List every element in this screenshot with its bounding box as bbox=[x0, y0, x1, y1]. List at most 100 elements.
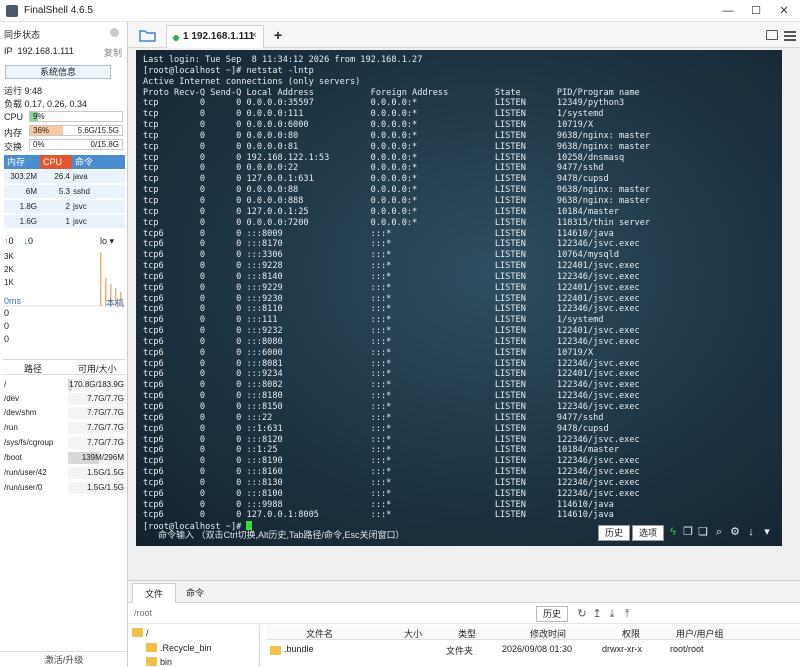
close-button[interactable]: ✕ bbox=[774, 3, 794, 19]
ping-latency-value: 0ms bbox=[4, 296, 22, 306]
cpu-meter: 9% bbox=[29, 111, 123, 122]
file-list: 文件名 大小 类型 修改时间 权限 用户/用户组 .bundle 文件夹 202… bbox=[266, 625, 800, 667]
ping-tick: 0 bbox=[4, 334, 10, 344]
col-size[interactable]: 大小 bbox=[404, 627, 422, 640]
window-title: FinalShell 4.6.5 bbox=[24, 5, 93, 16]
folder-open-icon[interactable] bbox=[139, 28, 157, 42]
gear-icon[interactable]: ⚙ bbox=[728, 525, 742, 540]
chevron-down-icon: ▾ bbox=[109, 236, 115, 246]
app-logo-icon bbox=[6, 5, 18, 17]
process-row[interactable]: 1.6G 1 jsvc bbox=[4, 215, 125, 229]
options-button[interactable]: 选项 bbox=[632, 525, 665, 541]
system-sidebar: 同步状态 IP 192.168.1.111 复制 系统信息 运行 9:48 负载… bbox=[0, 22, 128, 667]
cpu-percent: 9% bbox=[33, 112, 45, 121]
up-directory-icon[interactable]: ↥ bbox=[590, 606, 604, 622]
tab-session[interactable]: 1 192.168.1.111 × bbox=[166, 25, 264, 48]
command-input-hint[interactable]: 命令输入 （双击Ctrl切换,Alt历史,Tab路径/命令,Esc关闭窗口） bbox=[158, 528, 405, 541]
memory-percent: 36% bbox=[33, 126, 50, 135]
col-modified[interactable]: 修改时间 bbox=[530, 627, 566, 640]
net-download-value: 0 bbox=[28, 236, 34, 246]
swap-value: 0/15.8G bbox=[90, 140, 119, 149]
search-icon[interactable]: ⌕ bbox=[712, 525, 726, 540]
col-name[interactable]: 文件名 bbox=[306, 627, 333, 640]
minimize-button[interactable]: — bbox=[718, 3, 738, 19]
terminal-output[interactable]: Last login: Tue Sep 8 11:34:12 2026 from… bbox=[143, 55, 650, 533]
refresh-icon[interactable]: ↻ bbox=[575, 606, 589, 622]
ping-tick: 0 bbox=[4, 321, 10, 331]
menu-icon[interactable] bbox=[784, 31, 796, 33]
proc-header-memory[interactable]: 内存 bbox=[4, 155, 40, 169]
path-input[interactable]: /root bbox=[134, 608, 152, 618]
col-type[interactable]: 类型 bbox=[458, 627, 476, 640]
disk-row: /dev 7.7G/7.7G bbox=[4, 393, 126, 405]
col-owner[interactable]: 用户/用户组 bbox=[676, 627, 724, 640]
disk-header-path: 路径 bbox=[24, 364, 43, 374]
download-icon[interactable]: ⤓ bbox=[605, 606, 619, 622]
sync-status-label: 同步状态 bbox=[4, 30, 41, 40]
file-path-bar: /root 历史 ↻ ↥ ⤓ ⤒ bbox=[128, 604, 800, 624]
proc-header-command[interactable]: 命令 bbox=[72, 155, 125, 169]
folder-icon bbox=[146, 657, 157, 666]
process-row[interactable]: 303.2M 26.4 java bbox=[4, 170, 125, 184]
file-list-header: 文件名 大小 类型 修改时间 权限 用户/用户组 bbox=[266, 625, 800, 640]
ip-value: 192.168.1.111 bbox=[17, 46, 74, 56]
net-upload-value: 0 bbox=[8, 236, 14, 246]
command-input-bar[interactable]: 命令输入 （双击Ctrl切换,Alt历史,Tab路径/命令,Esc关闭窗口） 历… bbox=[136, 520, 782, 546]
memory-value: 5.6G/15.5G bbox=[77, 126, 119, 135]
swap-percent: 0% bbox=[33, 140, 45, 149]
swap-label: 交换 bbox=[4, 142, 23, 152]
tab-close-icon[interactable]: × bbox=[251, 30, 257, 41]
disk-table-header: 路径 可用/大小 bbox=[2, 359, 126, 375]
folder-icon bbox=[132, 628, 143, 637]
copy-ip-link[interactable]: 复制 bbox=[104, 46, 122, 59]
process-row[interactable]: 6M 5.3 sshd bbox=[4, 185, 125, 199]
upload-icon[interactable]: ⤒ bbox=[620, 606, 634, 622]
directory-tree: / .Recycle_bin bin bbox=[128, 625, 260, 667]
activate-upgrade-link[interactable]: 激活/升级 bbox=[0, 651, 128, 667]
folder-icon bbox=[146, 643, 157, 652]
file-manager-panel: 文件 命令 /root 历史 ↻ ↥ ⤓ ⤒ / .Recycle_bin bi… bbox=[128, 580, 800, 667]
process-row[interactable]: 1.8G 2 jsvc bbox=[4, 200, 125, 214]
ping-tick: 0 bbox=[4, 308, 10, 318]
disk-row: /run/user/42 1.5G/1.5G bbox=[4, 467, 126, 479]
disk-row: /sys/fs/cgroup 7.7G/7.7G bbox=[4, 437, 126, 449]
sync-status-icon bbox=[110, 28, 119, 37]
maximize-button[interactable]: ☐ bbox=[746, 3, 766, 19]
history-button[interactable]: 历史 bbox=[598, 525, 631, 541]
paste-icon[interactable]: ❏ bbox=[696, 525, 710, 540]
swap-meter: 0% 0/15.8G bbox=[29, 139, 123, 150]
memory-meter: 36% 5.6G/15.5G bbox=[29, 125, 123, 136]
memory-label: 内存 bbox=[4, 128, 23, 138]
connected-status-icon bbox=[173, 35, 179, 41]
ip-label: IP bbox=[4, 46, 13, 56]
lightning-icon[interactable]: ϟ bbox=[666, 525, 680, 540]
disk-row: /run 7.7G/7.7G bbox=[4, 422, 126, 434]
file-row[interactable]: .bundle 文件夹 2026/09/08 01:30 drwxr-xr-x … bbox=[266, 642, 800, 656]
ping-host-label[interactable]: 本机 bbox=[106, 296, 124, 309]
path-history-button[interactable]: 历史 bbox=[536, 606, 569, 622]
session-tab-bar: 1 192.168.1.111 × + bbox=[128, 22, 800, 48]
system-info-button[interactable]: 系统信息 bbox=[5, 65, 111, 79]
title-bar: FinalShell 4.6.5 — ☐ ✕ bbox=[0, 0, 800, 22]
tree-item[interactable]: .Recycle_bin bbox=[146, 643, 212, 653]
terminal-panel[interactable]: Last login: Tue Sep 8 11:34:12 2026 from… bbox=[136, 50, 782, 546]
tree-item[interactable]: bin bbox=[146, 657, 172, 667]
tree-item[interactable]: / bbox=[132, 628, 149, 638]
disk-row: /run/user/0 1.5G/1.5G bbox=[4, 482, 126, 494]
chevron-down-icon[interactable]: ▾ bbox=[760, 525, 774, 540]
scroll-down-icon[interactable]: ↓ bbox=[744, 525, 758, 540]
copy-icon[interactable]: ❐ bbox=[681, 525, 695, 540]
disk-row: /boot 139M/296M bbox=[4, 452, 126, 464]
layout-grid-icon[interactable] bbox=[766, 30, 778, 40]
net-interface-select[interactable]: lo ▾ bbox=[100, 236, 114, 247]
col-permission[interactable]: 权限 bbox=[622, 627, 640, 640]
proc-header-cpu[interactable]: CPU bbox=[40, 155, 72, 169]
tab-files[interactable]: 文件 bbox=[132, 583, 177, 603]
add-tab-button[interactable]: + bbox=[274, 27, 282, 43]
uptime-text: 运行 9:48 bbox=[4, 86, 43, 96]
load-text: 负载 0.17, 0.26, 0.34 bbox=[4, 99, 88, 109]
disk-header-size: 可用/大小 bbox=[78, 364, 117, 374]
process-table-header: 内存 CPU 命令 bbox=[4, 155, 125, 169]
tab-commands[interactable]: 命令 bbox=[174, 583, 216, 603]
bottom-tab-bar: 文件 命令 bbox=[128, 581, 800, 603]
